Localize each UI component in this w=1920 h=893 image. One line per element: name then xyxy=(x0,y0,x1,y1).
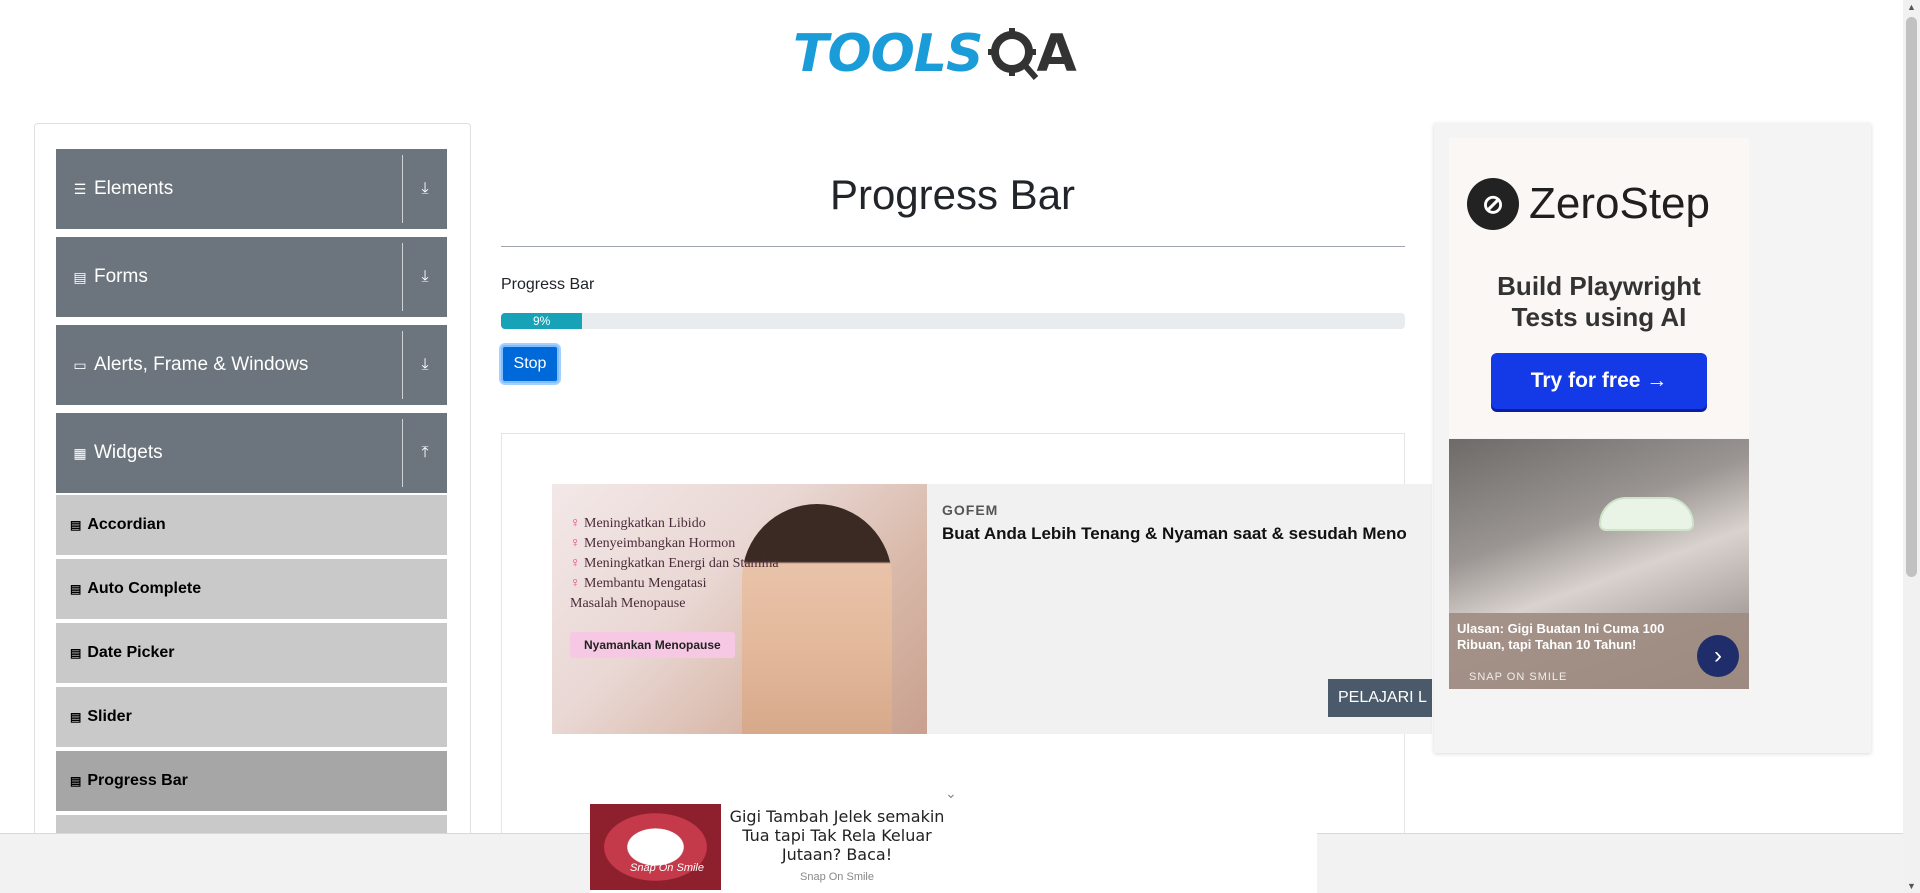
item-icon: ▤ xyxy=(70,774,82,788)
group-widgets[interactable]: ▦ Widgets ⤒ xyxy=(56,413,447,493)
sidebar-item-label: Progress Bar xyxy=(87,772,188,789)
ad-headline[interactable]: Gigi Tambah Jelek semakin Tua tapi Tak R… xyxy=(722,807,952,864)
ad-bullet: Meningkatkan Energi dan Stamina xyxy=(570,554,779,574)
widgets-icon: ▦ xyxy=(73,444,87,461)
sidebar-item-date-picker[interactable]: ▤ Date Picker xyxy=(56,623,447,685)
sidebar-item-label: Accordian xyxy=(87,516,166,533)
group-alerts[interactable]: ▭ Alerts, Frame & Windows ⤓ xyxy=(56,325,447,405)
ad-headline[interactable]: Buat Anda Lebih Tenang & Nyaman saat & s… xyxy=(942,524,1407,544)
zerostep-logo: ⊘ ZeroStep xyxy=(1467,178,1710,230)
ad-photo[interactable]: Snap On Smile xyxy=(590,804,721,890)
right-ad: ⊘ ZeroStep Build Playwright Tests using … xyxy=(1434,123,1871,753)
expand-down-icon[interactable]: ⤓ xyxy=(413,175,437,203)
ad-bullets: Meningkatkan Libido Menyeimbangkan Hormo… xyxy=(570,514,779,614)
tagline-line: Build Playwright xyxy=(1497,271,1701,301)
ad-brand: SNAP ON SMILE xyxy=(1469,671,1568,683)
ad-image[interactable]: Meningkatkan Libido Menyeimbangkan Hormo… xyxy=(552,484,927,734)
scroll-down-icon[interactable]: ▼ xyxy=(1907,881,1916,891)
gear-q-icon xyxy=(988,28,1039,80)
ad-bullet: Membantu Mengatasi Masalah Menopause xyxy=(570,574,720,614)
ad-bullet: Meningkatkan Libido xyxy=(570,514,779,534)
expand-down-icon[interactable]: ⤓ xyxy=(413,263,437,291)
ad-bullet: Menyeimbangkan Hormon xyxy=(570,534,779,554)
sidebar-item-slider[interactable]: ▤ Slider xyxy=(56,687,447,749)
zerostep-name: ZeroStep xyxy=(1529,179,1710,228)
try-for-free-button[interactable]: Try for free → xyxy=(1491,353,1707,409)
progress-bar-fill: 9% xyxy=(501,313,583,329)
group-label: ▭ Alerts, Frame & Windows xyxy=(72,354,308,376)
sidebar-item-label: Slider xyxy=(87,708,132,725)
group-elements-label: Elements xyxy=(94,178,174,199)
zerostep-ad[interactable]: ⊘ ZeroStep Build Playwright Tests using … xyxy=(1449,138,1749,438)
tagline-line: Tests using AI xyxy=(1511,302,1687,332)
collapse-up-icon[interactable]: ⤒ xyxy=(413,439,437,467)
toolsqa-logo[interactable]: TOOLS A xyxy=(793,14,1077,94)
logo-a: A xyxy=(1036,24,1077,84)
group-widgets-label: Widgets xyxy=(94,442,163,463)
divider xyxy=(402,243,403,311)
ad-photo xyxy=(1599,497,1694,531)
group-forms-label: Forms xyxy=(94,266,148,287)
item-icon: ▤ xyxy=(70,646,82,660)
scroll-up-icon[interactable]: ▲ xyxy=(1907,2,1916,12)
ad-caption: Ulasan: Gigi Buatan Ini Cuma 100 Ribuan,… xyxy=(1457,621,1665,652)
sidebar-item-label: Auto Complete xyxy=(87,580,202,597)
ad-cta-button[interactable]: PELAJARI L xyxy=(1328,679,1432,717)
progress-bar-label: Progress Bar xyxy=(501,276,595,293)
divider xyxy=(402,419,403,487)
divider xyxy=(402,155,403,223)
group-label: ▦ Widgets xyxy=(72,442,163,464)
zerostep-tagline: Build Playwright Tests using AI xyxy=(1449,271,1749,333)
group-forms[interactable]: ▤ Forms ⤓ xyxy=(56,237,447,317)
sidebar-item-auto-complete[interactable]: ▤ Auto Complete xyxy=(56,559,447,621)
window-icon: ▭ xyxy=(73,356,87,373)
title-divider xyxy=(501,246,1405,247)
chevron-right-icon[interactable]: › xyxy=(1697,635,1739,677)
stop-button[interactable]: Stop xyxy=(501,345,559,383)
chevron-down-icon[interactable]: ⌄ xyxy=(945,785,957,802)
scrollbar[interactable]: ▲ ▼ xyxy=(1903,0,1920,893)
page-title: Progress Bar xyxy=(829,171,1076,218)
expand-down-icon[interactable]: ⤓ xyxy=(413,351,437,379)
sidebar-item-label: Date Picker xyxy=(87,644,175,661)
item-icon: ▤ xyxy=(70,582,82,596)
divider xyxy=(402,331,403,399)
sidebar: ☰ Elements ⤓ ▤ Forms ⤓ ▭ Alerts, Frame &… xyxy=(34,123,471,893)
group-alerts-label: Alerts, Frame & Windows xyxy=(94,354,309,375)
ad-brand: GOFEM xyxy=(942,502,999,518)
sidebar-item-accordian[interactable]: ▤ Accordian xyxy=(56,495,447,557)
progress-bar: 9% xyxy=(501,313,1405,329)
page: TOOLS A ☰ Elements ⤓ ▤ Forms ⤓ ▭ Alerts,… xyxy=(0,0,1920,893)
logo-text: TOOLS xyxy=(793,24,983,84)
ad-pill: Nyamankan Menopause xyxy=(570,632,735,658)
sidebar-item-progress-bar[interactable]: ▤ Progress Bar xyxy=(56,751,447,813)
scrollbar-thumb[interactable] xyxy=(1906,17,1917,577)
snap-on-smile-ad[interactable]: Ulasan: Gigi Buatan Ini Cuma 100 Ribuan,… xyxy=(1449,439,1749,689)
hamburger-icon: ☰ xyxy=(73,180,87,197)
group-label: ☰ Elements xyxy=(72,178,173,200)
ad-image-label: Snap On Smile xyxy=(630,862,704,874)
group-label: ▤ Forms xyxy=(72,266,148,288)
bottom-ad[interactable]: Snap On Smile Gigi Tambah Jelek semakin … xyxy=(590,801,1317,893)
ad-banner[interactable]: Meningkatkan Libido Menyeimbangkan Hormo… xyxy=(552,484,1432,734)
group-elements[interactable]: ☰ Elements ⤓ xyxy=(56,149,447,229)
zerostep-logo-icon: ⊘ xyxy=(1467,178,1519,230)
form-icon: ▤ xyxy=(73,268,87,285)
item-icon: ▤ xyxy=(70,710,82,724)
item-icon: ▤ xyxy=(70,518,82,532)
ad-brand: Snap On Smile xyxy=(800,871,874,883)
